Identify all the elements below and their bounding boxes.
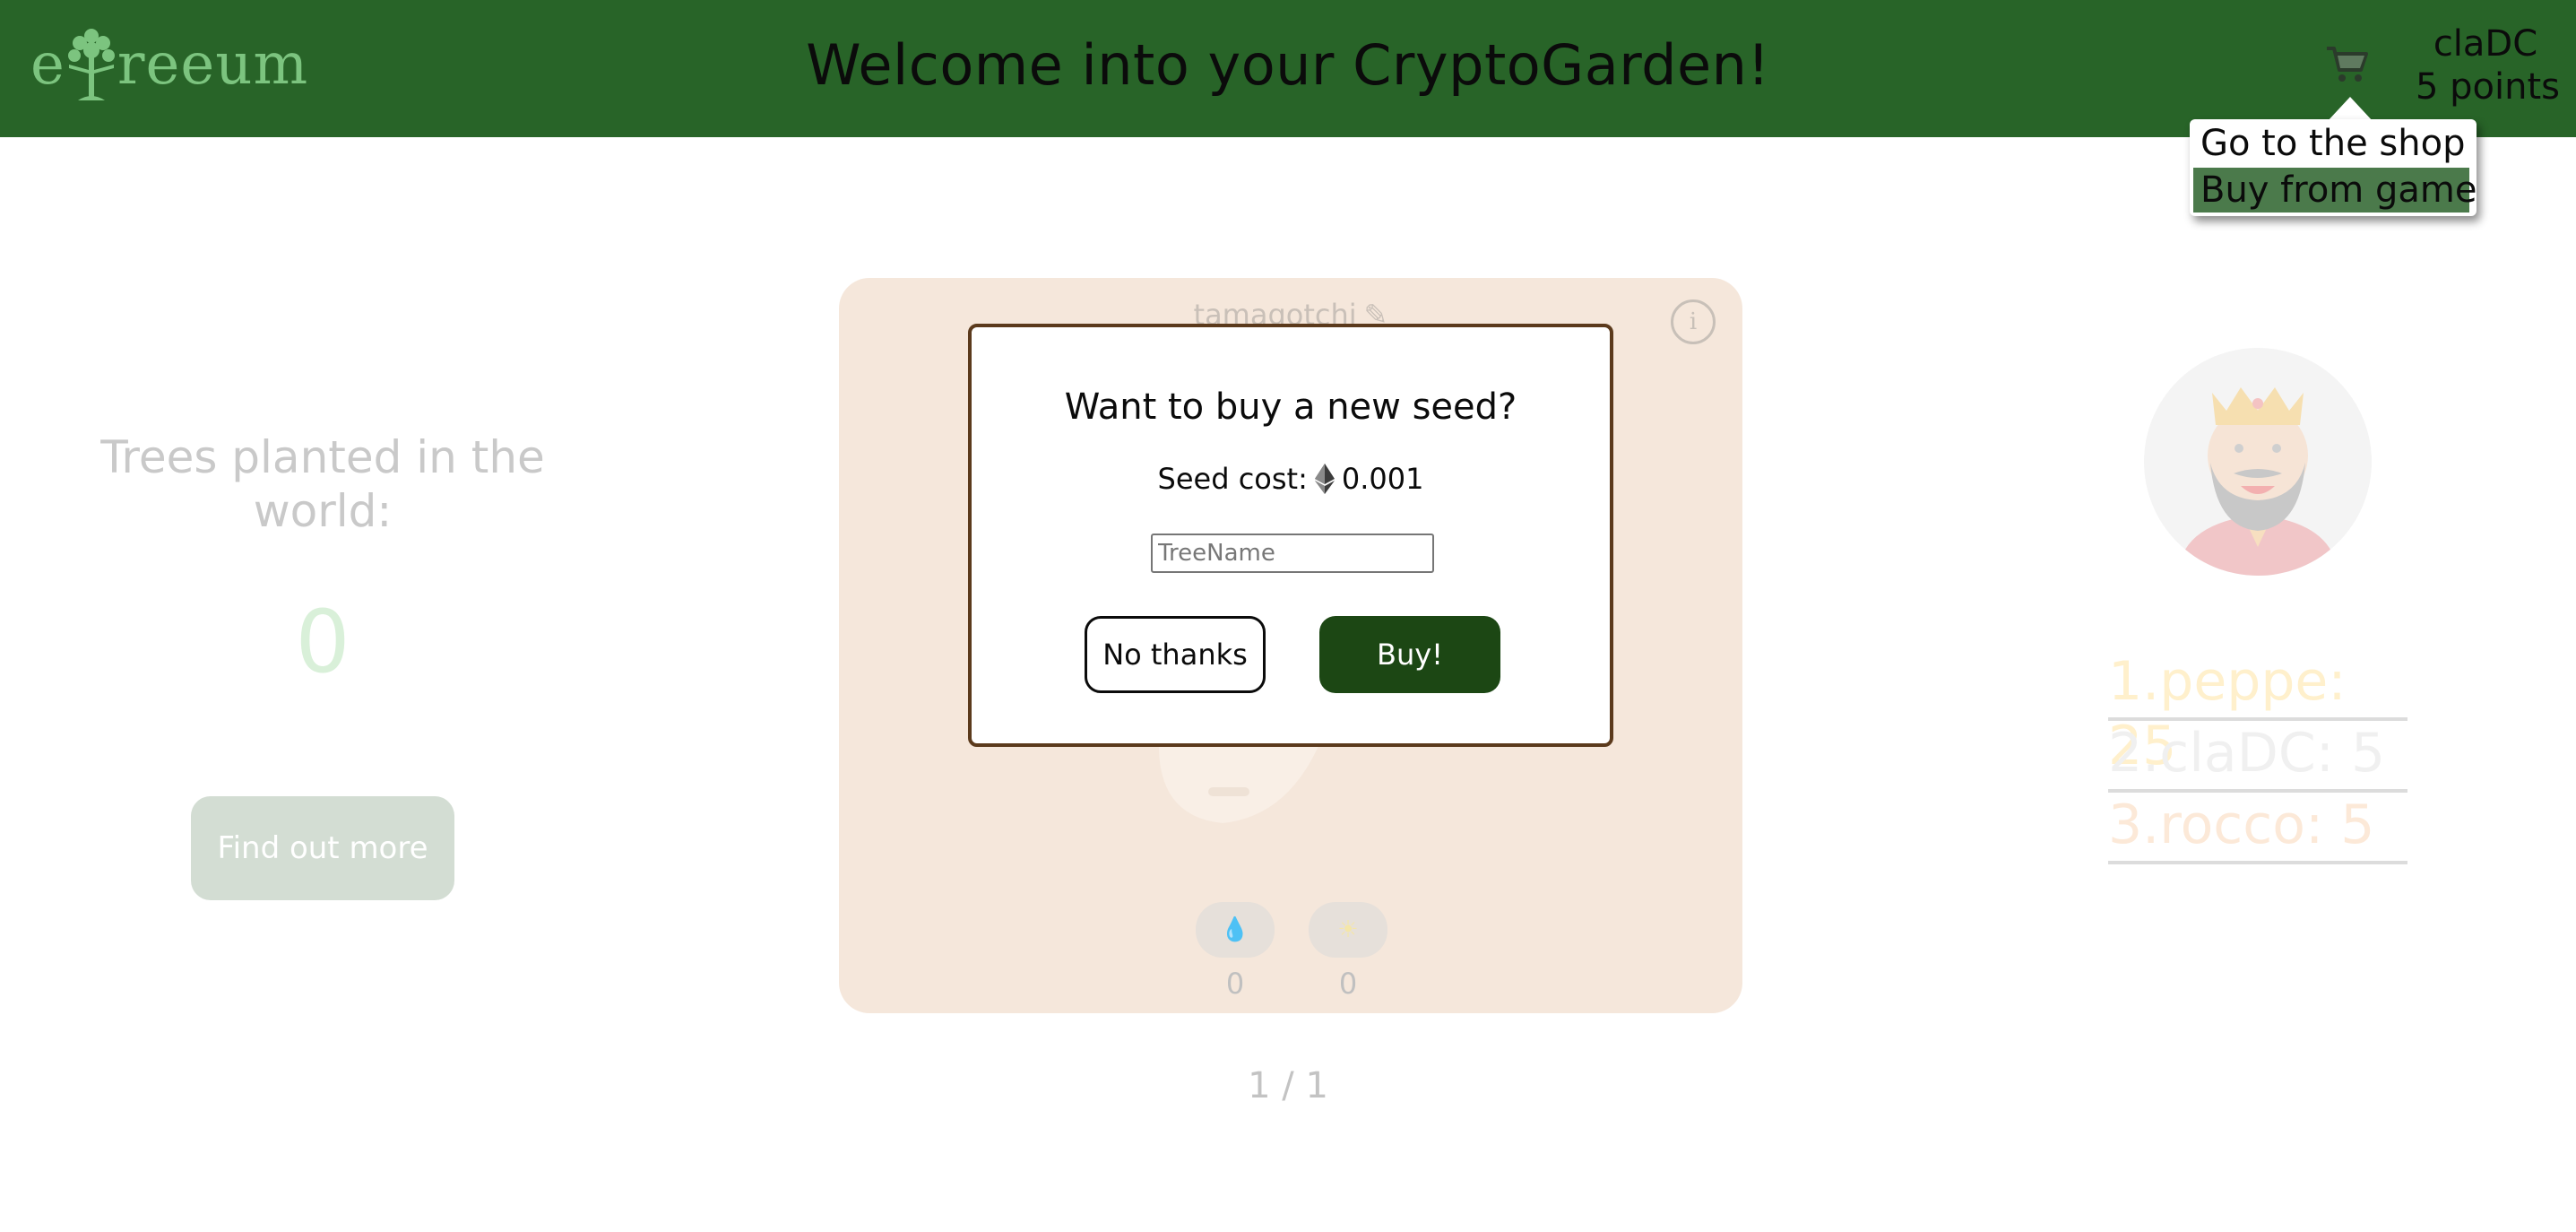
water-drop-icon[interactable]: 💧 bbox=[1196, 902, 1275, 958]
seed-cost: Seed cost: 0.001 bbox=[972, 462, 1610, 496]
leaderboard-entry: 2.claDC: 5 bbox=[2108, 721, 2407, 793]
leaderboard-entry: 3.rocco: 5 bbox=[2108, 793, 2407, 864]
trees-planted-count: 0 bbox=[295, 592, 350, 692]
modal-title: Want to buy a new seed? bbox=[1064, 386, 1517, 428]
card-pager: 1 / 1 bbox=[1248, 1065, 1328, 1106]
user-points: 5 points bbox=[2415, 66, 2560, 108]
ethereum-icon bbox=[1314, 464, 1335, 494]
cart-icon[interactable] bbox=[2325, 45, 2368, 84]
dropdown-pointer bbox=[2327, 97, 2373, 122]
buy-seed-modal: Want to buy a new seed? Seed cost: 0.001… bbox=[968, 324, 1613, 747]
leaderboard-entry: 1.peppe: 25 bbox=[2108, 649, 2407, 777]
king-avatar-icon bbox=[2144, 348, 2372, 576]
find-out-more-button[interactable]: Find out more bbox=[191, 796, 454, 900]
sun-value: 0 bbox=[1338, 967, 1358, 1001]
seed-cost-label: Seed cost: bbox=[1157, 462, 1308, 496]
top-bar: e reeum Welcome into your CryptoGarden! … bbox=[0, 0, 2576, 137]
seed-cost-value: 0.001 bbox=[1341, 462, 1424, 496]
user-name: claDC bbox=[2433, 23, 2538, 65]
cart-dropdown-menu: Go to the shop Buy from game bbox=[2190, 119, 2477, 216]
menu-item-buy-from-game[interactable]: Buy from game bbox=[2193, 168, 2477, 213]
trees-planted-label: Trees planted in the world: bbox=[100, 431, 545, 537]
info-icon[interactable]: i bbox=[1671, 299, 1716, 344]
buy-button[interactable]: Buy! bbox=[1319, 616, 1500, 693]
water-value: 0 bbox=[1225, 967, 1245, 1001]
sun-icon[interactable]: ☀ bbox=[1309, 902, 1387, 958]
tree-name-input[interactable] bbox=[1151, 534, 1434, 573]
page-title: Welcome into your CryptoGarden! bbox=[806, 32, 1770, 98]
menu-item-go-to-shop[interactable]: Go to the shop bbox=[2200, 123, 2465, 164]
no-thanks-button[interactable]: No thanks bbox=[1085, 616, 1266, 693]
